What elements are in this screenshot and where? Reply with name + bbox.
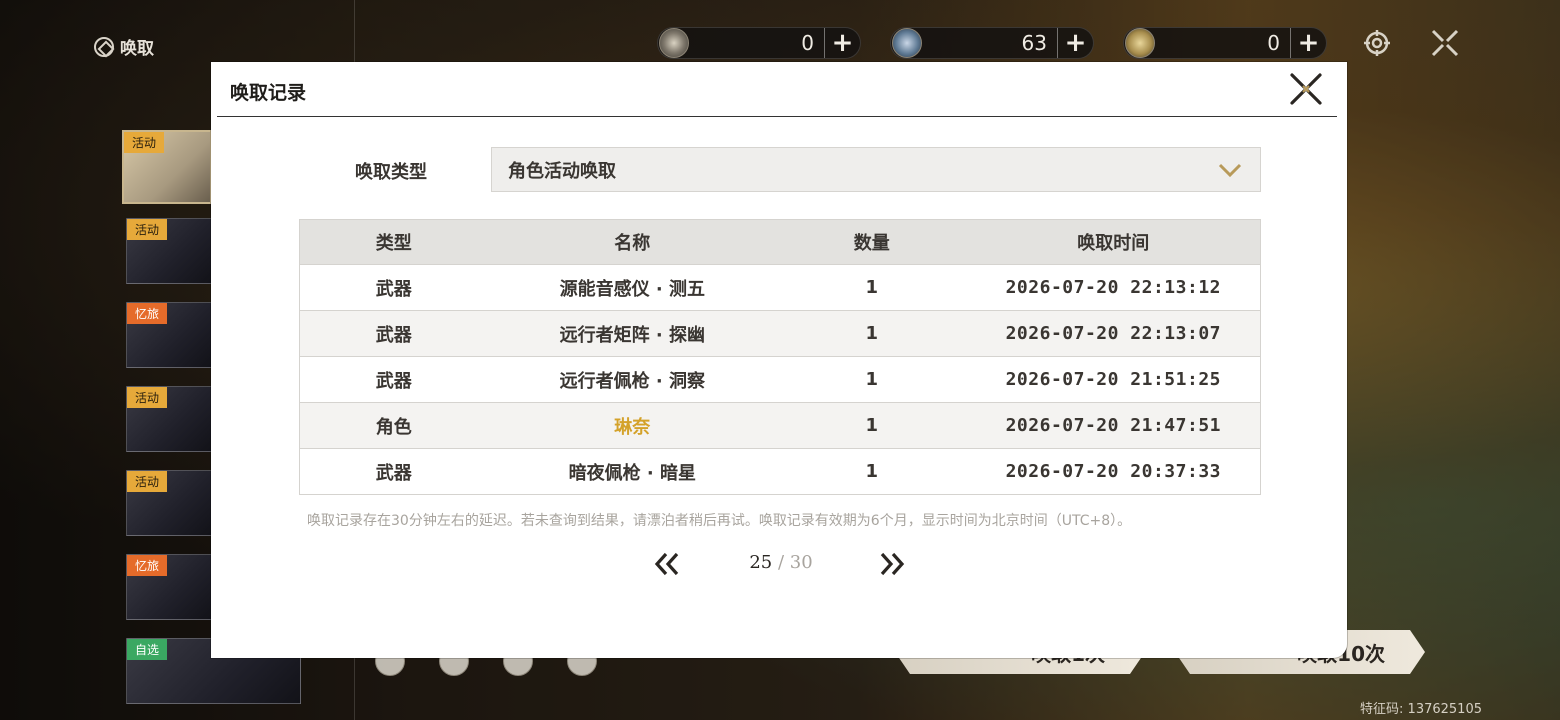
banner-item[interactable]: 活动 [126, 218, 212, 284]
row-time: 2026-07-20 21:47:51 [1005, 415, 1221, 436]
close-page-icon[interactable] [1430, 28, 1460, 58]
pagination: 25 / 30 [211, 546, 1347, 582]
row-time: 2026-07-20 22:13:07 [1005, 323, 1221, 344]
double-chevron-left-icon [654, 552, 679, 576]
header-divider [217, 116, 1337, 117]
next-page-button[interactable] [877, 550, 907, 578]
row-qty: 1 [865, 415, 879, 436]
convene-type-label: 唤取类型 [355, 162, 427, 183]
total-pages: 30 [789, 552, 813, 573]
row-name: 暗夜佩枪 · 暗星 [568, 462, 696, 484]
currency-pill-1: 0 + [657, 27, 861, 59]
row-qty: 1 [865, 323, 879, 344]
banner-tag: 忆旅 [127, 303, 168, 324]
double-chevron-right-icon [880, 552, 905, 576]
row-type: 武器 [375, 370, 412, 392]
currency-value: 0 [1267, 31, 1280, 55]
table-row: 武器 远行者矩阵 · 探幽 1 2026-07-20 22:13:07 [300, 310, 1260, 356]
delay-notice: 唤取记录存在30分钟左右的延迟。若未查询到结果，请漂泊者稍后再试。唤取记录有效期… [307, 513, 1132, 529]
close-modal-button[interactable] [1289, 72, 1323, 106]
star-icon [892, 28, 922, 58]
banner-item[interactable]: 忆旅 [126, 554, 212, 620]
banner-item[interactable]: 活动 [126, 470, 212, 536]
modal-header: 唤取记录 [211, 62, 1347, 118]
chevron-down-icon [1218, 163, 1242, 178]
banner-item[interactable]: 活动 [126, 386, 212, 452]
row-type: 武器 [375, 324, 412, 346]
modal-title: 唤取记录 [230, 82, 307, 104]
convene-type-select[interactable]: 角色活动唤取 [491, 147, 1261, 192]
page-indicator: 25 / 30 [731, 552, 831, 573]
banner-item[interactable]: 活动 [122, 130, 212, 204]
convene-type-value: 角色活动唤取 [508, 160, 616, 182]
currency-value: 0 [801, 31, 814, 55]
banner-tag: 自选 [127, 639, 168, 660]
convene-record-modal: 唤取记录 唤取类型 角色活动唤取 类型 名称 数量 唤取时间 武器 源能音感仪 … [211, 62, 1347, 658]
column-header: 名称 [614, 233, 651, 254]
coin-icon [659, 28, 689, 58]
gold-coin-icon [1125, 28, 1155, 58]
row-type: 武器 [375, 462, 412, 484]
column-header: 唤取时间 [1077, 233, 1150, 254]
row-time: 2026-07-20 22:13:12 [1005, 277, 1221, 298]
convene-icon [94, 36, 114, 57]
add-currency-button[interactable]: + [824, 28, 860, 58]
table-header-row: 类型 名称 数量 唤取时间 [300, 220, 1260, 264]
row-qty: 1 [865, 369, 879, 390]
current-page: 25 [749, 552, 773, 573]
row-type: 武器 [375, 278, 412, 300]
table-row: 武器 暗夜佩枪 · 暗星 1 2026-07-20 20:37:33 [300, 448, 1260, 494]
banner-tag: 活动 [127, 387, 168, 408]
page-title-text: 唤取 [120, 39, 154, 59]
device-code: 特征码: 137625105 [1360, 702, 1482, 717]
banner-tag: 活动 [127, 471, 168, 492]
row-qty: 1 [865, 461, 879, 482]
previous-page-button[interactable] [652, 550, 682, 578]
banner-tag: 活动 [124, 132, 165, 153]
table-row: 武器 源能音感仪 · 测五 1 2026-07-20 22:13:12 [300, 264, 1260, 310]
add-currency-button[interactable]: + [1057, 28, 1093, 58]
close-icon [1290, 73, 1322, 105]
currency-pill-2: 63 + [890, 27, 1094, 59]
page-separator: / [777, 552, 785, 573]
page-title: 唤取 [94, 34, 154, 59]
record-table: 类型 名称 数量 唤取时间 武器 源能音感仪 · 测五 1 2026-07-20… [299, 219, 1261, 495]
row-name: 琳奈 [614, 416, 651, 438]
banner-tag: 忆旅 [127, 555, 168, 576]
add-currency-button[interactable]: + [1290, 28, 1326, 58]
currency-pill-3: 0 + [1123, 27, 1327, 59]
row-type: 角色 [375, 416, 412, 438]
row-name: 远行者佩枪 · 洞察 [559, 370, 705, 392]
row-time: 2026-07-20 21:51:25 [1005, 369, 1221, 390]
settings-gear-icon[interactable] [1362, 28, 1392, 58]
table-row: 角色 琳奈 1 2026-07-20 21:47:51 [300, 402, 1260, 448]
column-header: 类型 [375, 233, 412, 254]
row-name: 远行者矩阵 · 探幽 [559, 324, 705, 346]
banner-tag: 活动 [127, 219, 168, 240]
banner-item[interactable]: 忆旅 [126, 302, 212, 368]
row-name: 源能音感仪 · 测五 [559, 278, 705, 300]
row-qty: 1 [865, 277, 879, 298]
row-time: 2026-07-20 20:37:33 [1005, 461, 1221, 482]
currency-value: 63 [1021, 31, 1047, 55]
column-header: 数量 [853, 233, 890, 254]
table-row: 武器 远行者佩枪 · 洞察 1 2026-07-20 21:51:25 [300, 356, 1260, 402]
